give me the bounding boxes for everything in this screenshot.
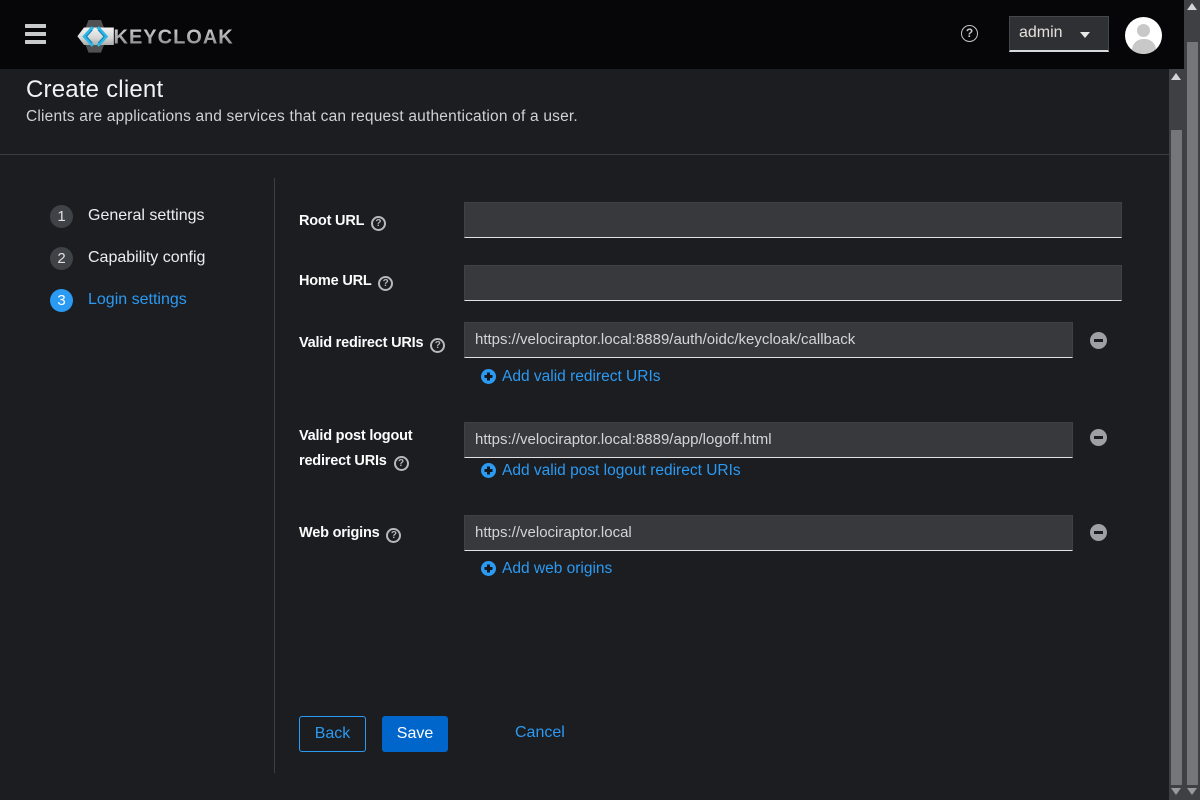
svg-text:KEYCLOAK: KEYCLOAK	[114, 27, 234, 49]
